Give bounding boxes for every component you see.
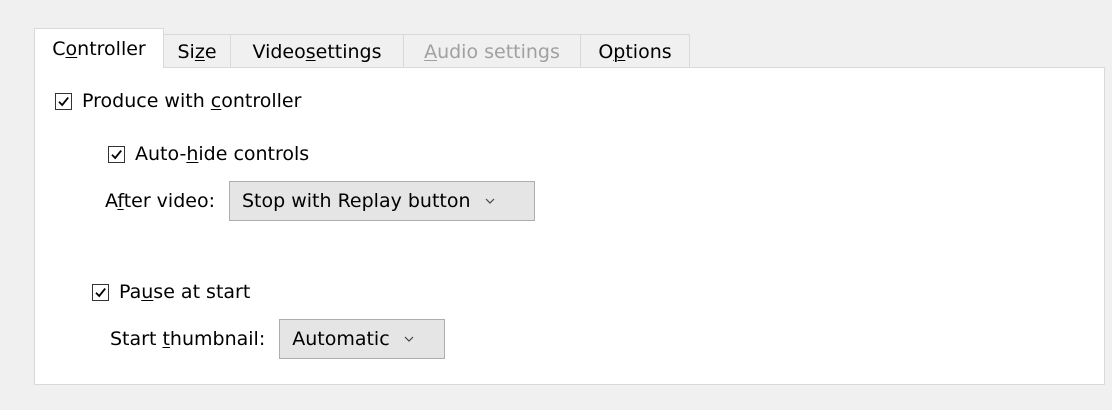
after-video-value: Stop with Replay button xyxy=(241,190,471,212)
auto-hide-controls-checkbox[interactable]: Auto-hide controls xyxy=(108,143,309,165)
controller-panel: Produce with controller Auto-hide contro… xyxy=(34,67,1105,385)
start-thumbnail-value: Automatic xyxy=(292,328,390,350)
produce-with-controller-checkbox[interactable]: Produce with controller xyxy=(55,90,301,112)
tab-audio-settings: Audio settings xyxy=(403,34,581,68)
tab-controller[interactable]: Co ntroller xyxy=(34,28,164,68)
pause-at-start-checkbox[interactable]: Pause at start xyxy=(92,281,250,303)
checkmark-icon xyxy=(58,96,69,106)
checkbox-box[interactable] xyxy=(55,92,72,110)
tab-size[interactable]: Si z e xyxy=(163,34,231,68)
pause-at-start-label: Pause at start xyxy=(119,281,251,303)
produce-with-controller-label: Produce with controller xyxy=(82,90,302,112)
auto-hide-controls-label: Auto-hide controls xyxy=(135,143,310,165)
after-video-label: After video: xyxy=(105,190,215,212)
start-thumbnail-label: Start thumbnail: xyxy=(110,328,266,350)
tab-options[interactable]: Op tions xyxy=(580,34,690,68)
after-video-row: After video: Stop with Replay button xyxy=(105,181,535,221)
start-thumbnail-row: Start thumbnail: Automatic xyxy=(110,319,446,359)
chevron-down-icon xyxy=(404,336,414,343)
tab-video-settings[interactable]: Video s ettings xyxy=(230,34,404,68)
start-thumbnail-dropdown[interactable]: Automatic xyxy=(279,319,446,359)
after-video-dropdown[interactable]: Stop with Replay button xyxy=(228,181,535,221)
chevron-down-icon xyxy=(485,198,495,205)
checkmark-icon xyxy=(95,287,106,297)
checkmark-icon xyxy=(111,149,122,159)
checkbox-box[interactable] xyxy=(92,283,109,301)
checkbox-box[interactable] xyxy=(108,145,125,163)
tab-strip: Co ntroller Si z e Video s ettings Audio set… xyxy=(34,28,690,68)
